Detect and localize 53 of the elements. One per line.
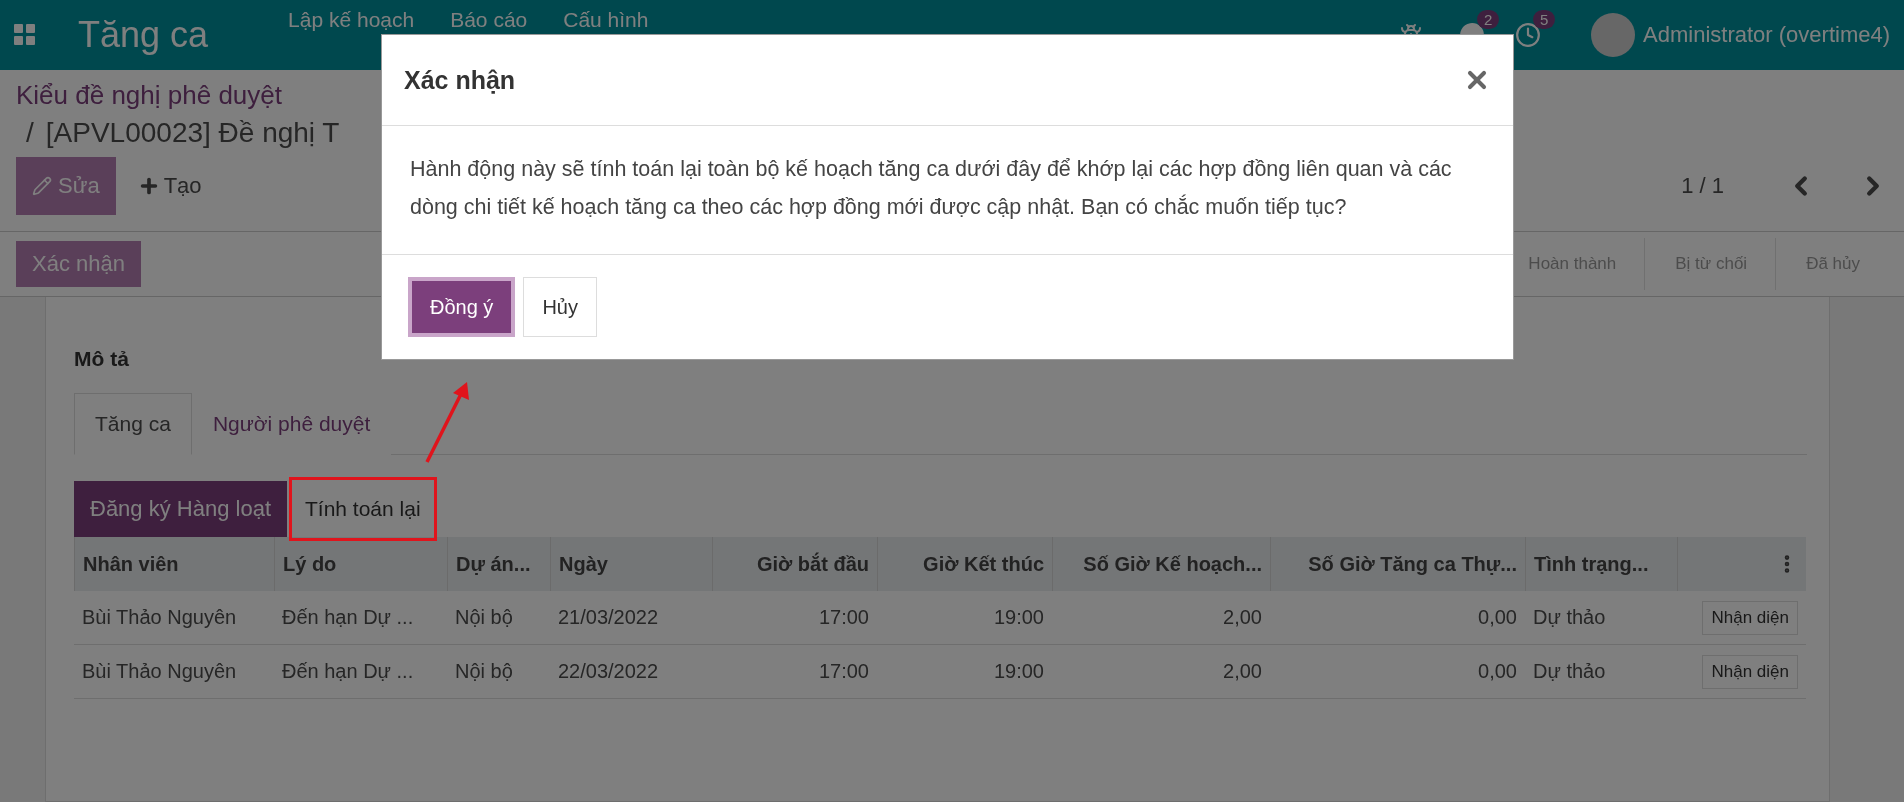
cancel-button[interactable]: Hủy (523, 277, 597, 337)
table-cell: 2,00 (1052, 645, 1270, 699)
table-cell: Đến hạn Dự ... (274, 591, 447, 645)
pager-value: 1 / 1 (1681, 173, 1724, 199)
table-cell: Bùi Thảo Nguyên (74, 591, 274, 645)
column-header[interactable]: Nhân viên (74, 537, 274, 591)
column-header[interactable]: Tình trạng... (1525, 537, 1677, 591)
record-title: [APVL00023] Đề nghị T (45, 117, 340, 149)
table-cell: Dự thảo (1525, 591, 1677, 645)
batch-register-button[interactable]: Đăng ký Hàng loạt (74, 481, 287, 537)
table-cell: Bùi Thảo Nguyên (74, 645, 274, 699)
section-title: Mô tả (74, 347, 129, 371)
dialog-message: Hành động này sẽ tính toán lại toàn bộ kế hoạch tăng ca dưới đây để khớp lại các hợp đồng liên quan và các dòng chi tiết kế hoạch tăng ca theo các hợp đồng mới được cập nhật. Bạn có chắc muốn tiếp tục? (410, 156, 1453, 221)
column-header[interactable]: Giờ Kết thúc (877, 537, 1052, 591)
clock-icon[interactable] (1515, 22, 1542, 48)
identify-button[interactable]: Nhận diện (1702, 654, 1798, 689)
column-header[interactable]: Ngày (550, 537, 712, 591)
breadcrumb-separator: / (26, 117, 34, 149)
table-cell: Nội bộ (447, 591, 550, 645)
confirm-button[interactable]: Xác nhận (16, 241, 141, 287)
column-header[interactable]: Số Giờ Kế hoạch... (1052, 537, 1270, 591)
table-cell: Nội bộ (447, 645, 550, 699)
dialog-title: Xác nhận (404, 65, 516, 95)
table-cell: Dự thảo (1525, 645, 1677, 699)
notification-count: 5 (1533, 10, 1556, 29)
pencil-icon (32, 176, 52, 196)
table-cell: 17:00 (712, 591, 877, 645)
menu-item[interactable]: Lập kế hoạch (288, 8, 415, 32)
menu-item[interactable]: Báo cáo (450, 8, 528, 32)
table-cell: 0,00 (1270, 591, 1525, 645)
column-header[interactable]: Giờ bắt đầu (712, 537, 877, 591)
column-header[interactable]: Lý do (274, 537, 447, 591)
agree-button[interactable]: Đồng ý (408, 277, 516, 337)
table-cell: 2,00 (1052, 591, 1270, 645)
table-cell: 22/03/2022 (550, 645, 712, 699)
table-cell: 19:00 (877, 591, 1052, 645)
user-name[interactable]: Administrator (overtime4) (1643, 22, 1890, 48)
column-header[interactable]: Dự án... (447, 537, 550, 591)
app-title: Tăng ca (78, 14, 209, 56)
menu-item[interactable]: Cấu hình (563, 8, 649, 32)
table-cell: Đến hạn Dự ... (274, 645, 447, 699)
identify-button[interactable]: Nhận diện (1702, 600, 1798, 635)
table-cell: 21/03/2022 (550, 591, 712, 645)
edit-button[interactable]: Sửa (16, 157, 116, 215)
create-button[interactable]: Tạo (137, 173, 202, 199)
apps-menu-icon[interactable] (14, 24, 36, 46)
column-header[interactable]: Số Giờ Tăng ca Thự... (1270, 537, 1525, 591)
tab[interactable]: Tăng ca (74, 393, 192, 455)
table-cell: 19:00 (877, 645, 1052, 699)
table-cell: 17:00 (712, 645, 877, 699)
breadcrumb-link[interactable]: Kiểu đề nghị phê duyệt (16, 80, 282, 111)
table-cell: 0,00 (1270, 645, 1525, 699)
notification-count: 2 (1477, 10, 1500, 29)
